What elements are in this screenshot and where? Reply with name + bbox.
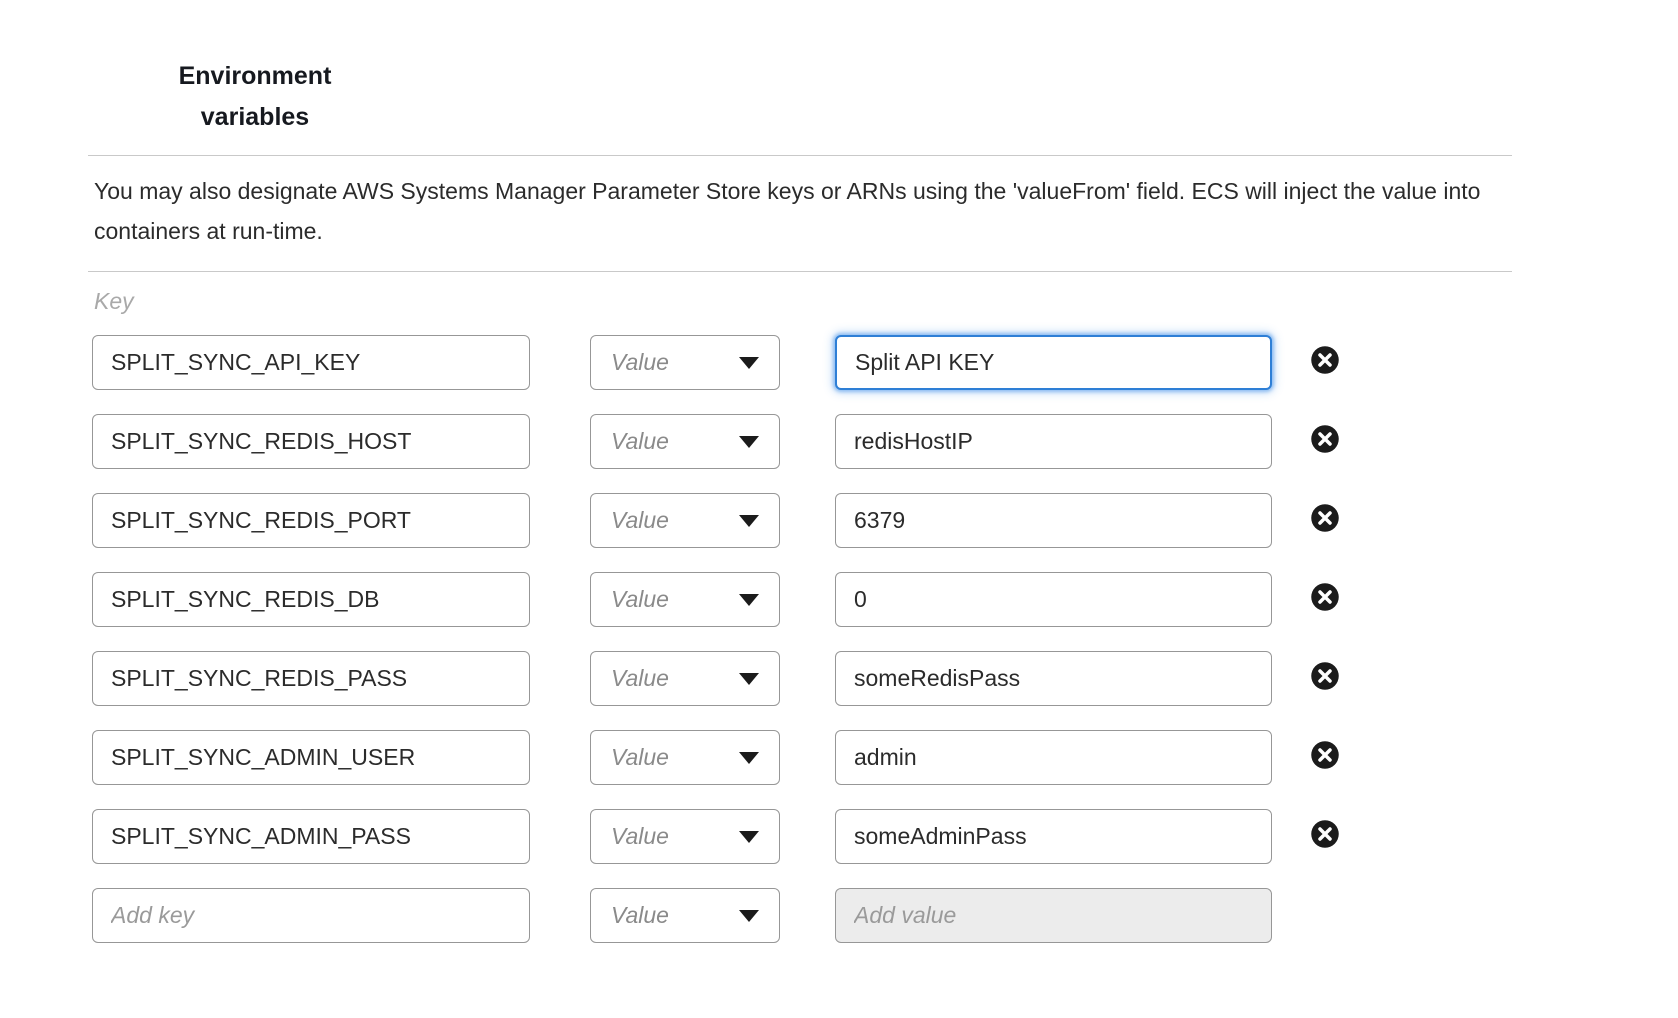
key-input[interactable] <box>92 414 530 469</box>
value-type-dropdown[interactable]: Value <box>590 493 780 548</box>
help-text: You may also designate AWS Systems Manag… <box>88 156 1512 271</box>
env-var-row: Value <box>92 572 1512 627</box>
remove-icon <box>1310 345 1340 375</box>
help-divider <box>88 271 1512 272</box>
value-type-label: Value <box>611 665 669 692</box>
value-input[interactable] <box>835 809 1272 864</box>
env-var-row: Value <box>92 335 1512 390</box>
value-input[interactable] <box>835 651 1272 706</box>
value-type-dropdown[interactable]: Value <box>590 572 780 627</box>
key-input[interactable] <box>92 493 530 548</box>
remove-row-button[interactable] <box>1308 580 1342 614</box>
remove-icon <box>1310 661 1340 691</box>
key-input[interactable] <box>92 730 530 785</box>
section-title-line-2: variables <box>150 97 360 138</box>
remove-row-button[interactable] <box>1308 817 1342 851</box>
remove-icon <box>1310 740 1340 770</box>
value-type-dropdown[interactable]: Value <box>590 809 780 864</box>
env-var-row: Value <box>92 651 1512 706</box>
key-input[interactable] <box>92 651 530 706</box>
value-type-label: Value <box>611 349 669 376</box>
remove-row-button[interactable] <box>1308 343 1342 377</box>
value-type-dropdown[interactable]: Value <box>590 414 780 469</box>
value-input[interactable] <box>835 572 1272 627</box>
value-input[interactable] <box>835 730 1272 785</box>
chevron-down-icon <box>739 515 759 527</box>
env-var-row: Value <box>92 730 1512 785</box>
add-key-input[interactable] <box>92 888 530 943</box>
key-input[interactable] <box>92 572 530 627</box>
section-title: Environment variables <box>150 56 360 138</box>
chevron-down-icon <box>739 436 759 448</box>
chevron-down-icon <box>739 357 759 369</box>
value-type-dropdown[interactable]: Value <box>590 651 780 706</box>
remove-row-button[interactable] <box>1308 422 1342 456</box>
value-input[interactable] <box>835 414 1272 469</box>
remove-icon <box>1310 819 1340 849</box>
value-type-label: Value <box>611 428 669 455</box>
key-input[interactable] <box>92 809 530 864</box>
add-value-input[interactable] <box>835 888 1272 943</box>
remove-icon <box>1310 582 1340 612</box>
remove-spacer <box>1308 899 1342 933</box>
section-title-line-1: Environment <box>150 56 360 97</box>
remove-row-button[interactable] <box>1308 738 1342 772</box>
add-env-var-row: Value <box>92 888 1512 943</box>
value-type-dropdown[interactable]: Value <box>590 888 780 943</box>
env-var-row: Value <box>92 493 1512 548</box>
remove-icon <box>1310 424 1340 454</box>
environment-variables-section: Environment variables You may also desig… <box>0 0 1678 1018</box>
value-type-dropdown[interactable]: Value <box>590 730 780 785</box>
value-type-label: Value <box>611 902 669 929</box>
value-type-label: Value <box>611 586 669 613</box>
env-var-row: Value <box>92 809 1512 864</box>
value-type-label: Value <box>611 507 669 534</box>
env-var-row: Value <box>92 414 1512 469</box>
value-type-dropdown[interactable]: Value <box>590 335 780 390</box>
key-input[interactable] <box>92 335 530 390</box>
chevron-down-icon <box>739 831 759 843</box>
chevron-down-icon <box>739 910 759 922</box>
chevron-down-icon <box>739 752 759 764</box>
value-type-label: Value <box>611 744 669 771</box>
remove-row-button[interactable] <box>1308 659 1342 693</box>
chevron-down-icon <box>739 594 759 606</box>
value-input[interactable] <box>835 335 1272 390</box>
value-type-label: Value <box>611 823 669 850</box>
value-input[interactable] <box>835 493 1272 548</box>
remove-icon <box>1310 503 1340 533</box>
chevron-down-icon <box>739 673 759 685</box>
remove-row-button[interactable] <box>1308 501 1342 535</box>
key-column-label: Key <box>94 288 1512 315</box>
